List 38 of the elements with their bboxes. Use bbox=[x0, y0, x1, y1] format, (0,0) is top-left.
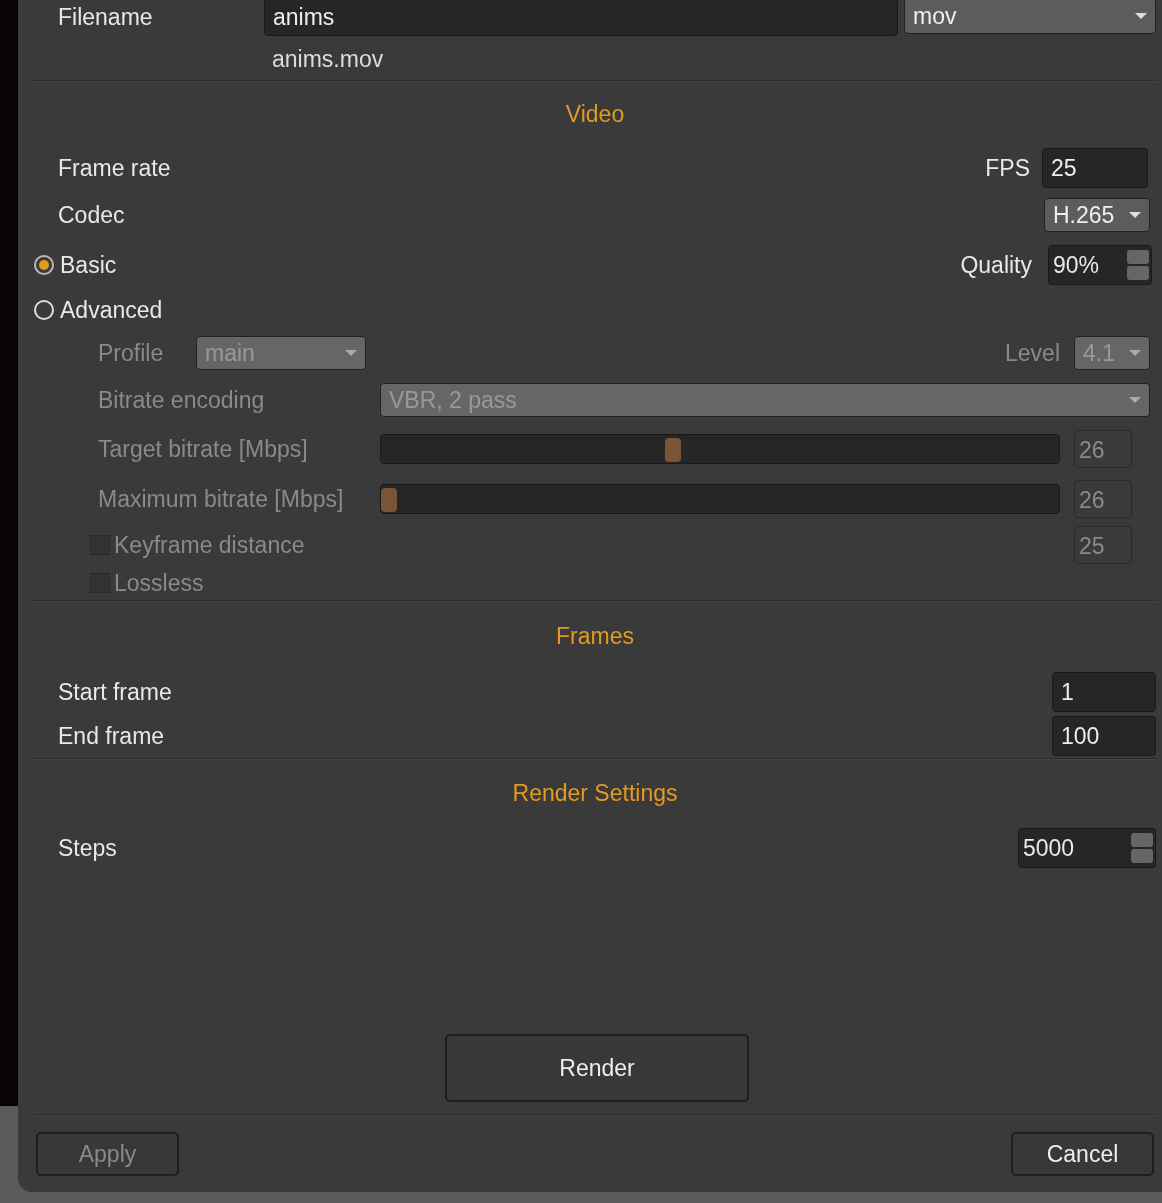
start-frame-field[interactable]: 1 bbox=[1052, 672, 1156, 712]
codec-dropdown[interactable]: H.265 bbox=[1044, 198, 1150, 232]
render-button[interactable]: Render bbox=[445, 1034, 749, 1102]
caret-icon bbox=[1129, 212, 1141, 218]
bitrate-encoding-label: Bitrate encoding bbox=[98, 386, 266, 414]
section-heading: Render Settings bbox=[512, 779, 678, 808]
slider-track[interactable] bbox=[380, 484, 1060, 514]
section-heading: Frames bbox=[556, 622, 634, 651]
radio-button[interactable]: Basic bbox=[34, 251, 117, 279]
caret-icon bbox=[345, 350, 357, 356]
caret-icon bbox=[1129, 397, 1141, 403]
steps-label: Steps bbox=[58, 834, 117, 862]
end-frame-field[interactable]: 100 bbox=[1052, 716, 1156, 756]
start-frame-label: Start frame bbox=[58, 678, 172, 706]
steps-spinbox[interactable]: 5000 bbox=[1018, 828, 1156, 868]
spin-arrows-icon bbox=[1131, 833, 1153, 863]
slider-label: Target bitrate [Mbps] bbox=[98, 435, 309, 463]
filename-field[interactable]: anims bbox=[264, 0, 898, 36]
section-heading: Video bbox=[565, 100, 625, 129]
caret-icon bbox=[1135, 13, 1147, 19]
format-dropdown[interactable]: mov bbox=[904, 0, 1156, 34]
level-label: Level bbox=[1005, 339, 1060, 367]
radio-button[interactable]: Advanced bbox=[34, 296, 163, 324]
quality-spinbox[interactable]: 90% bbox=[1048, 245, 1152, 285]
slider-label: Maximum bitrate [Mbps] bbox=[98, 485, 345, 513]
slider-track[interactable] bbox=[380, 434, 1060, 464]
frame-rate-label: Frame rate bbox=[58, 154, 171, 182]
spin-arrows-icon bbox=[1127, 250, 1149, 280]
fps-label: FPS bbox=[985, 154, 1030, 182]
cancel-button[interactable]: Cancel bbox=[1011, 1132, 1154, 1176]
end-frame-label: End frame bbox=[58, 722, 165, 750]
codec-label: Codec bbox=[58, 201, 125, 229]
quality-label: Quality bbox=[960, 251, 1032, 279]
fps-field[interactable]: 25 bbox=[1042, 148, 1148, 188]
profile-label: Profile bbox=[98, 339, 165, 367]
filename-label: Filename bbox=[58, 3, 154, 32]
resolved-filename: anims.mov bbox=[272, 45, 384, 73]
caret-icon bbox=[1129, 350, 1141, 356]
